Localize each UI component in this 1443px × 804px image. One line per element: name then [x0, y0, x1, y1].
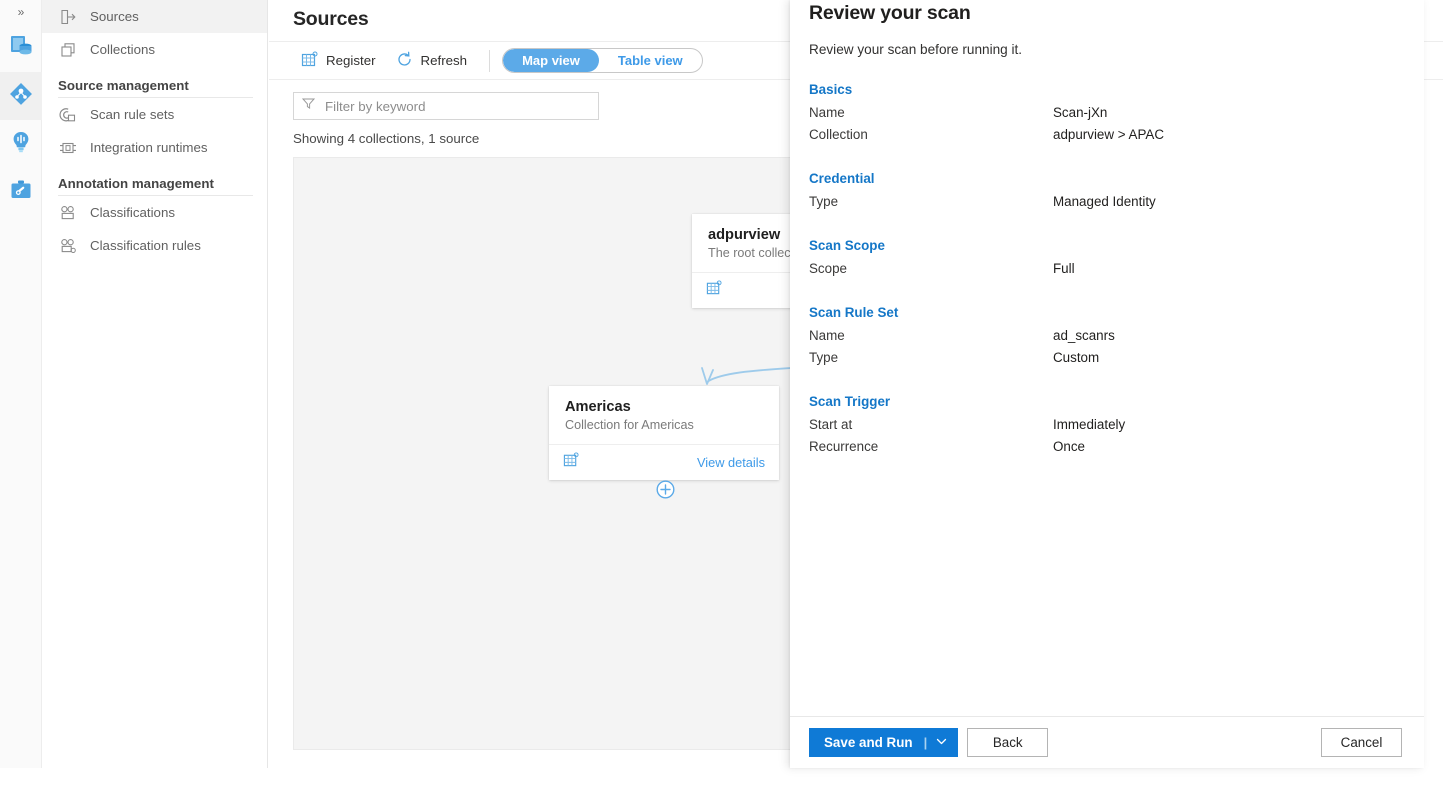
- row-value: Once: [1053, 436, 1085, 458]
- refresh-icon: [396, 51, 413, 71]
- section-heading-credential: Credential: [809, 171, 1402, 186]
- row-value: Immediately: [1053, 414, 1125, 436]
- tab-map-view[interactable]: Map view: [503, 49, 599, 72]
- lightbulb-icon: [8, 129, 34, 160]
- section-heading-scan-rule-set: Scan Rule Set: [809, 305, 1402, 320]
- review-row-rule-set-type: Type Custom: [809, 347, 1402, 369]
- row-value: Custom: [1053, 347, 1099, 369]
- view-toggle: Map view Table view: [502, 48, 703, 73]
- rail-item-management[interactable]: [0, 168, 42, 216]
- toolbox-icon: [8, 177, 34, 208]
- row-key: Recurrence: [809, 436, 1053, 458]
- register-button[interactable]: Register: [291, 46, 386, 76]
- back-button[interactable]: Back: [967, 728, 1048, 757]
- panel-description: Review your scan before running it.: [809, 42, 1402, 57]
- classifications-icon: [58, 204, 78, 222]
- refresh-label: Refresh: [421, 53, 468, 68]
- review-row-rule-set-name: Name ad_scanrs: [809, 325, 1402, 347]
- sidebar-item-sources[interactable]: Sources: [42, 0, 267, 33]
- filter-box[interactable]: [293, 92, 599, 120]
- row-value: Scan-jXn: [1053, 102, 1107, 124]
- data-map-icon: [8, 81, 34, 112]
- row-key: Collection: [809, 124, 1053, 146]
- review-row-scope: Scope Full: [809, 258, 1402, 280]
- collections-icon: [58, 41, 78, 59]
- map-node-body: Americas Collection for Americas: [549, 386, 779, 444]
- global-icon-rail: »: [0, 0, 42, 768]
- review-row-collection: Collection adpurview > APAC: [809, 124, 1402, 146]
- row-value: ad_scanrs: [1053, 325, 1115, 347]
- row-key: Name: [809, 325, 1053, 347]
- rail-item-data-map[interactable]: [0, 72, 42, 120]
- collection-icon[interactable]: [563, 452, 579, 473]
- sidebar-item-label: Classification rules: [90, 238, 201, 253]
- row-key: Start at: [809, 414, 1053, 436]
- rail-item-data-catalog[interactable]: [0, 24, 42, 72]
- row-value: Managed Identity: [1053, 191, 1156, 213]
- cancel-button[interactable]: Cancel: [1321, 728, 1402, 757]
- row-key: Scope: [809, 258, 1053, 280]
- sidebar-item-classifications[interactable]: Classifications: [42, 196, 267, 229]
- section-heading-scan-trigger: Scan Trigger: [809, 394, 1402, 409]
- review-scan-panel: Review your scan Review your scan before…: [790, 0, 1424, 768]
- register-label: Register: [326, 53, 376, 68]
- chevron-down-icon[interactable]: [936, 735, 947, 750]
- refresh-button[interactable]: Refresh: [386, 46, 478, 76]
- scan-rule-sets-icon: [58, 106, 78, 124]
- map-node-footer: View details: [549, 444, 779, 480]
- review-row-recurrence: Recurrence Once: [809, 436, 1402, 458]
- review-row-start-at: Start at Immediately: [809, 414, 1402, 436]
- sidebar-item-scan-rule-sets[interactable]: Scan rule sets: [42, 98, 267, 131]
- map-node-americas[interactable]: Americas Collection for Americas View de…: [549, 386, 779, 480]
- sidebar-item-label: Sources: [90, 9, 139, 24]
- row-key: Name: [809, 102, 1053, 124]
- sources-icon: [58, 8, 78, 26]
- panel-footer: Save and Run | Back Cancel: [790, 716, 1424, 768]
- row-key: Type: [809, 191, 1053, 213]
- sidebar-item-classification-rules[interactable]: Classification rules: [42, 229, 267, 262]
- panel-title: Review your scan: [809, 0, 1402, 25]
- search-input[interactable]: [323, 98, 590, 115]
- add-circle-icon: [656, 480, 675, 499]
- map-node-title: Americas: [565, 399, 763, 415]
- sidebar-item-label: Scan rule sets: [90, 107, 174, 122]
- integration-runtimes-icon: [58, 139, 78, 157]
- review-row-name: Name Scan-jXn: [809, 102, 1402, 124]
- command-separator: [489, 50, 490, 72]
- section-heading-basics: Basics: [809, 82, 1402, 97]
- sidebar-group-annotation-management: Annotation management: [42, 164, 267, 196]
- save-and-run-label: Save and Run: [824, 735, 913, 750]
- register-icon: [301, 51, 318, 71]
- sidebar-item-integration-runtimes[interactable]: Integration runtimes: [42, 131, 267, 164]
- panel-content: Review your scan Review your scan before…: [790, 0, 1424, 716]
- rail-item-data-insights[interactable]: [0, 120, 42, 168]
- data-catalog-icon: [8, 33, 34, 64]
- row-value: Full: [1053, 258, 1075, 280]
- sidebar-item-collections[interactable]: Collections: [42, 33, 267, 66]
- expand-nav-button[interactable]: »: [0, 0, 42, 24]
- app-window: »: [0, 0, 1443, 804]
- section-heading-scan-scope: Scan Scope: [809, 238, 1402, 253]
- sidebar-item-label: Collections: [90, 42, 155, 57]
- row-key: Type: [809, 347, 1053, 369]
- collection-icon[interactable]: [706, 280, 722, 301]
- view-details-link[interactable]: View details: [697, 455, 765, 470]
- tab-table-view[interactable]: Table view: [599, 49, 702, 72]
- add-collection-button[interactable]: [656, 480, 675, 499]
- sidebar-nav: Sources Collections Source management Sc…: [42, 0, 268, 768]
- split-divider: |: [924, 735, 928, 750]
- sidebar-item-label: Classifications: [90, 205, 175, 220]
- sidebar-item-label: Integration runtimes: [90, 140, 208, 155]
- filter-icon: [302, 97, 315, 115]
- review-row-credential-type: Type Managed Identity: [809, 191, 1402, 213]
- row-value: adpurview > APAC: [1053, 124, 1164, 146]
- map-node-subtitle: Collection for Americas: [565, 418, 763, 432]
- classification-rules-icon: [58, 237, 78, 255]
- save-and-run-button[interactable]: Save and Run |: [809, 728, 958, 757]
- sidebar-group-source-management: Source management: [42, 66, 267, 98]
